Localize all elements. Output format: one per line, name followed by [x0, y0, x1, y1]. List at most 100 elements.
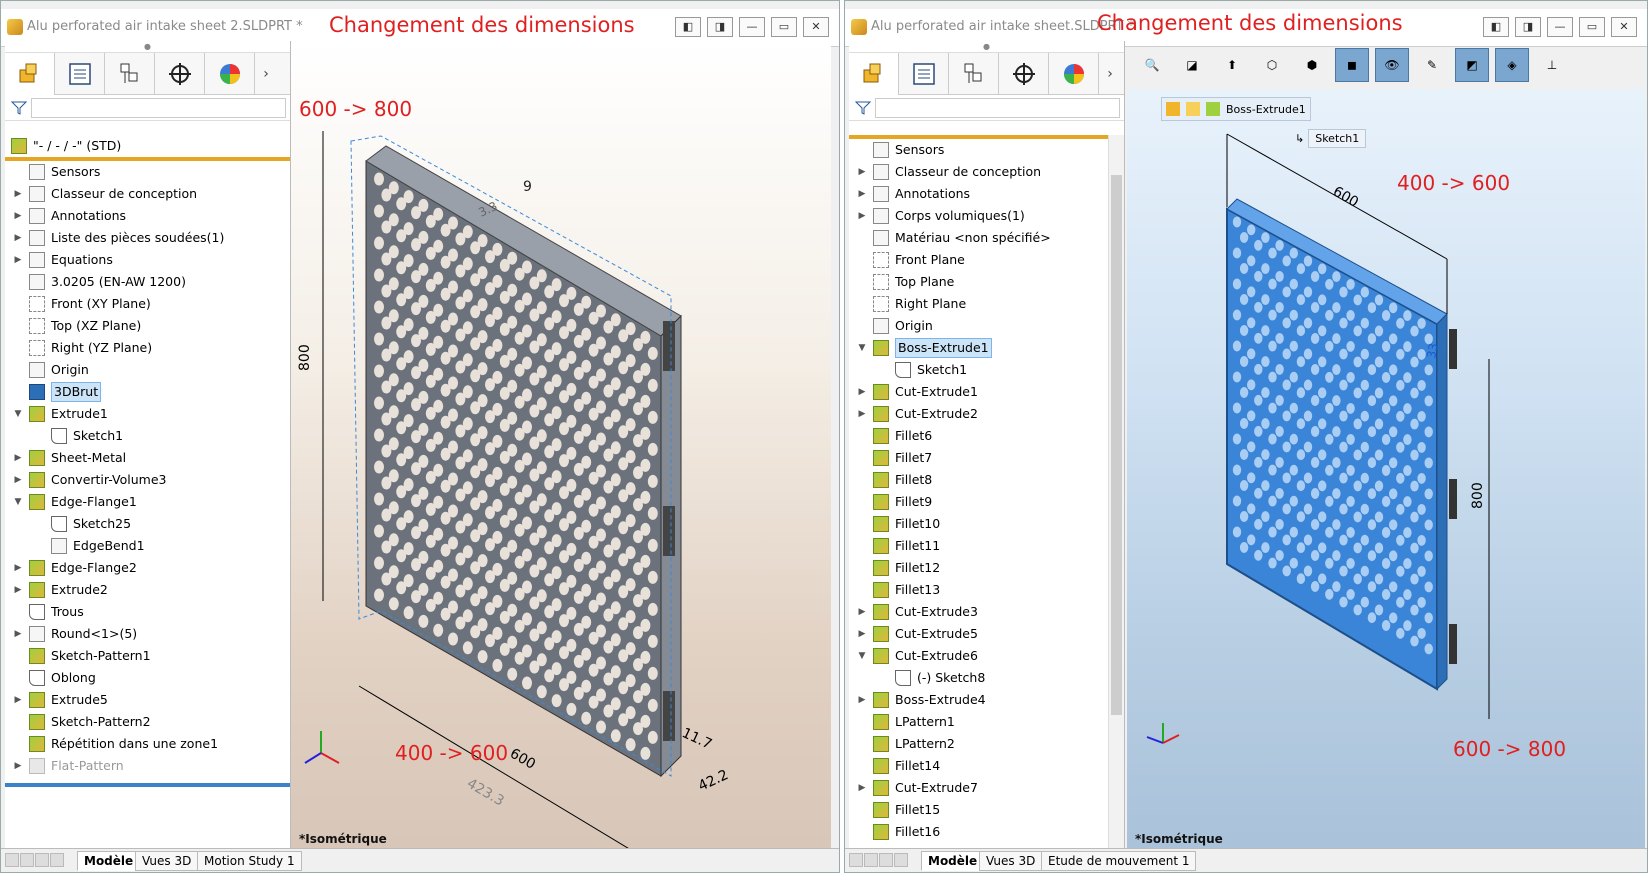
left-graphics-area[interactable]: 800 600 423.3 9 3.3 11.7 42.2 600 -> 800… [291, 41, 831, 857]
tree-item[interactable]: Sketch1 [849, 359, 1108, 381]
tree-item[interactable]: Front (XY Plane) [5, 293, 290, 315]
tree-item[interactable]: ▶ Cut-Extrude3 [849, 601, 1108, 623]
dimxpert-manager-tab[interactable] [155, 53, 205, 95]
section-view-icon[interactable]: ◪ [1175, 48, 1209, 82]
left-d1-dim[interactable]: 9 [523, 179, 532, 195]
configuration-manager-tab[interactable] [949, 53, 999, 95]
expand-arrow-icon[interactable]: ▶ [857, 403, 867, 425]
tree-item[interactable]: Sensors [5, 161, 290, 183]
tree-item[interactable]: ▼ Edge-Flange1 [5, 491, 290, 513]
configuration-manager-tab[interactable] [105, 53, 155, 95]
more-tools-icon[interactable]: ⊥ [1535, 48, 1569, 82]
tree-item[interactable]: Sensors [849, 139, 1108, 161]
part-icon[interactable] [1166, 102, 1180, 116]
tree-item[interactable]: LPattern2 [849, 733, 1108, 755]
expand-arrow-icon[interactable]: ▶ [13, 205, 23, 227]
apply-scene-icon[interactable]: ◩ [1455, 48, 1489, 82]
expand-arrow-icon[interactable]: ▶ [857, 689, 867, 711]
close-button[interactable]: ✕ [803, 17, 829, 37]
expand-arrow-icon[interactable]: ▶ [13, 183, 23, 205]
tree-item[interactable]: Matériau <non spécifié> [849, 227, 1108, 249]
view-orientation-icon[interactable]: ⬡ [1255, 48, 1289, 82]
display-manager-tab[interactable] [1049, 53, 1099, 95]
tree-filter-input[interactable] [875, 98, 1120, 118]
maximize-button[interactable]: ▭ [771, 17, 797, 37]
tab-nav-arrows[interactable] [849, 853, 908, 867]
boss-extrude-icon[interactable] [1206, 102, 1220, 116]
tree-vertical-scrollbar[interactable] [1108, 135, 1124, 848]
tree-item[interactable]: 3DBrut [5, 381, 290, 403]
tree-item[interactable]: (-) Sketch8 [849, 667, 1108, 689]
tree-item[interactable]: Sketch-Pattern1 [5, 645, 290, 667]
tree-item[interactable]: Fillet6 [849, 425, 1108, 447]
panel-grip[interactable]: ● [5, 41, 290, 53]
expand-arrow-icon[interactable]: ▶ [857, 601, 867, 623]
tree-item[interactable]: ▶ Annotations [849, 183, 1108, 205]
collapse-arrow-icon[interactable]: ▼ [13, 403, 23, 425]
tree-item[interactable]: Front Plane [849, 249, 1108, 271]
tree-item[interactable]: ▶ Corps volumiques(1) [849, 205, 1108, 227]
left-ref-dim[interactable]: 423.3 [464, 776, 507, 810]
hide-show-items-icon[interactable]: 👁 [1375, 48, 1409, 82]
tree-item[interactable]: 3.0205 (EN-AW 1200) [5, 271, 290, 293]
tree-item[interactable]: ▶ Edge-Flange2 [5, 557, 290, 579]
property-manager-tab[interactable] [899, 53, 949, 95]
maximize-button[interactable]: ▭ [1579, 17, 1605, 37]
scrollbar-thumb[interactable] [1111, 175, 1122, 715]
body-icon[interactable] [1186, 102, 1200, 116]
tree-item[interactable]: Fillet11 [849, 535, 1108, 557]
tab-3d-views[interactable]: Vues 3D [979, 851, 1043, 871]
tree-item[interactable]: Fillet9 [849, 491, 1108, 513]
breadcrumb-feature[interactable]: Boss-Extrude1 [1226, 103, 1306, 116]
tree-item[interactable]: Fillet12 [849, 557, 1108, 579]
tree-item[interactable]: ▶ Equations [5, 249, 290, 271]
expand-arrow-icon[interactable]: ▶ [857, 777, 867, 799]
right-height-dim[interactable]: 800 [1470, 482, 1486, 509]
tree-item[interactable]: Fillet8 [849, 469, 1108, 491]
expand-arrow-icon[interactable]: ▶ [857, 381, 867, 403]
tree-item[interactable]: Fillet7 [849, 447, 1108, 469]
left-d3-dim[interactable]: 42.2 [696, 767, 731, 795]
left-width-dim[interactable]: 600 [507, 746, 538, 773]
tree-item[interactable]: ▶ Cut-Extrude2 [849, 403, 1108, 425]
tree-filter-input[interactable] [31, 98, 286, 118]
tree-item[interactable]: Fillet13 [849, 579, 1108, 601]
tree-item[interactable]: ▶ Sheet-Metal [5, 447, 290, 469]
tree-item[interactable]: ▶ Liste des pièces soudées(1) [5, 227, 290, 249]
tree-item[interactable]: Origin [5, 359, 290, 381]
expand-arrow-icon[interactable]: ▶ [857, 205, 867, 227]
minimize-button[interactable]: — [1547, 17, 1573, 37]
tree-item[interactable]: ▶ Flat-Pattern [5, 755, 290, 777]
tab-nav-arrows[interactable] [5, 853, 64, 867]
collapse-arrow-icon[interactable]: ▼ [857, 645, 867, 667]
feature-manager-tab[interactable] [5, 53, 55, 95]
right-width-dim[interactable]: 600 [1330, 184, 1361, 211]
tree-item[interactable]: ▼ Boss-Extrude1 [849, 337, 1108, 359]
display-manager-tab[interactable] [205, 53, 255, 95]
collapse-arrow-icon[interactable]: ▼ [13, 491, 23, 513]
tree-item[interactable]: Oblong [5, 667, 290, 689]
tree-item[interactable]: Fillet14 [849, 755, 1108, 777]
expand-arrow-icon[interactable]: ▶ [13, 469, 23, 491]
edit-appearance-icon[interactable]: ✎ [1415, 48, 1449, 82]
tile-left-button[interactable]: ◧ [1483, 17, 1509, 37]
tab-3d-views[interactable]: Vues 3D [135, 851, 199, 871]
tabs-scroll-right-icon[interactable]: › [1099, 53, 1121, 94]
tree-item[interactable]: Right Plane [849, 293, 1108, 315]
dimxpert-manager-tab[interactable] [999, 53, 1049, 95]
dynamic-annotation-icon[interactable]: ⬆ [1215, 48, 1249, 82]
tree-item[interactable]: Origin [849, 315, 1108, 337]
tree-item[interactable]: Right (YZ Plane) [5, 337, 290, 359]
expand-arrow-icon[interactable]: ▶ [13, 227, 23, 249]
tree-item[interactable]: Fillet15 [849, 799, 1108, 821]
shaded-mode-icon[interactable]: ◼ [1335, 48, 1369, 82]
tree-item[interactable]: ▶ Convertir-Volume3 [5, 469, 290, 491]
tree-item[interactable]: ▼ Extrude1 [5, 403, 290, 425]
display-style-icon[interactable]: ⬢ [1295, 48, 1329, 82]
tree-item[interactable]: ▶ Cut-Extrude1 [849, 381, 1108, 403]
right-depth-dim[interactable]: 33 [1424, 342, 1440, 359]
expand-arrow-icon[interactable]: ▶ [13, 447, 23, 469]
tile-right-button[interactable]: ◨ [707, 17, 733, 37]
left-d2-dim[interactable]: 11.7 [679, 725, 714, 753]
tab-model[interactable]: Modèle [77, 851, 141, 871]
